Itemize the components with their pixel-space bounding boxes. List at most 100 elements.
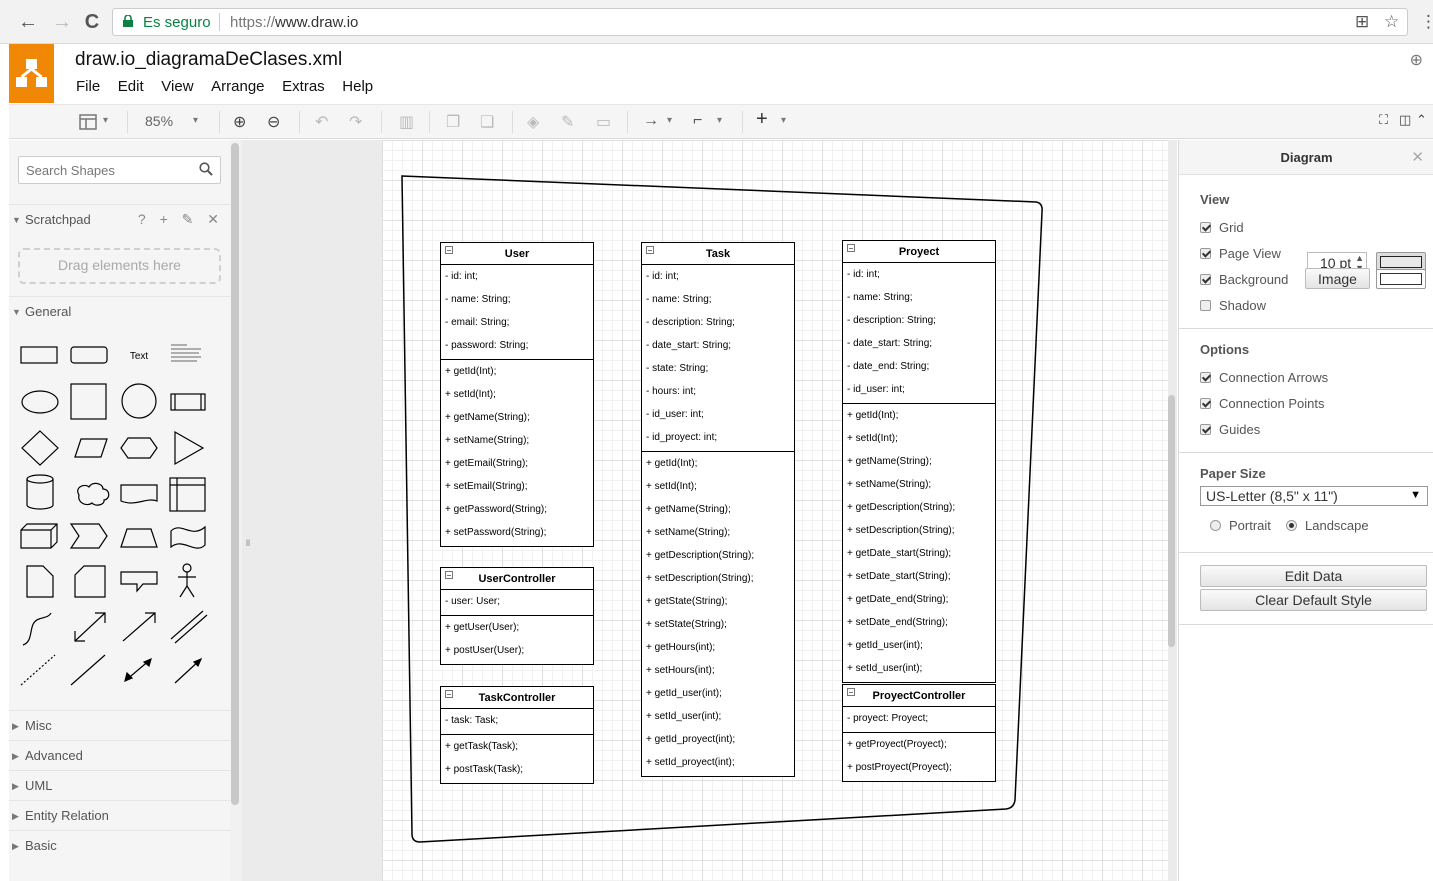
collapse-icon[interactable] <box>445 571 453 579</box>
checkbox-box[interactable] <box>1200 248 1211 259</box>
attr-row[interactable]: - name: String; <box>642 290 794 313</box>
attr-row[interactable]: - password: String; <box>441 336 593 359</box>
radio-circle[interactable] <box>1210 520 1221 531</box>
checkbox-box[interactable] <box>1200 222 1211 233</box>
method-row[interactable]: + getId(Int); <box>642 454 794 477</box>
method-row[interactable]: + getId_proyect(int); <box>642 730 794 753</box>
method-row[interactable]: + getName(String); <box>642 500 794 523</box>
method-row[interactable]: + getDescription(String); <box>642 546 794 569</box>
attr-row[interactable]: - date_end: String; <box>843 357 995 380</box>
method-row[interactable]: + setDate_start(String); <box>843 567 995 590</box>
method-row[interactable]: + getId(Int); <box>441 362 593 385</box>
checkbox-box[interactable] <box>1200 300 1211 311</box>
chevron-down-icon[interactable]: ▼ <box>1410 489 1421 501</box>
class-header[interactable]: Proyect <box>843 241 995 263</box>
class-header[interactable]: ProyectController <box>843 685 995 707</box>
attr-row[interactable]: - id: int; <box>843 265 995 288</box>
attr-row[interactable]: - name: String; <box>441 290 593 313</box>
method-row[interactable]: + getId_user(int); <box>843 636 995 659</box>
portrait-radio[interactable]: Portrait <box>1210 518 1271 533</box>
grid-checkbox[interactable]: Grid <box>1200 220 1244 235</box>
method-row[interactable]: + setEmail(String); <box>441 477 593 500</box>
attr-row[interactable]: - id_user: int; <box>843 380 995 403</box>
attr-row[interactable]: - description: String; <box>843 311 995 334</box>
shadow-checkbox[interactable]: Shadow <box>1200 298 1266 313</box>
landscape-radio[interactable]: Landscape <box>1286 518 1369 533</box>
attr-row[interactable]: - date_start: String; <box>843 334 995 357</box>
method-row[interactable]: + getHours(int); <box>642 638 794 661</box>
class-header[interactable]: TaskController <box>441 687 593 709</box>
method-row[interactable]: + getDate_start(String); <box>843 544 995 567</box>
method-row[interactable]: + getName(String); <box>441 408 593 431</box>
attr-row[interactable]: - id: int; <box>441 267 593 290</box>
method-row[interactable]: + setPassword(String); <box>441 523 593 546</box>
method-row[interactable]: + getId(Int); <box>843 406 995 429</box>
class-task[interactable]: Task - id: int; - name: String; - descript… <box>641 242 795 777</box>
class-header[interactable]: UserController <box>441 568 593 590</box>
radio-circle[interactable] <box>1286 520 1297 531</box>
method-row[interactable]: + getProyect(Proyect); <box>843 735 995 758</box>
attr-row[interactable]: - id_user: int; <box>642 405 794 428</box>
collapse-icon[interactable] <box>445 246 453 254</box>
checkbox-box[interactable] <box>1200 398 1211 409</box>
checkbox-box[interactable] <box>1200 372 1211 383</box>
class-user[interactable]: User - id: int; - name: String; - email: S… <box>440 242 594 547</box>
method-row[interactable]: + getName(String); <box>843 452 995 475</box>
class-header[interactable]: User <box>441 243 593 265</box>
class-proyect[interactable]: Proyect - id: int; - name: String; - descr… <box>842 240 996 683</box>
class-usercontroller[interactable]: UserController - user: User; + getUser(U… <box>440 567 594 665</box>
method-row[interactable]: + setId(Int); <box>642 477 794 500</box>
class-header[interactable]: Task <box>642 243 794 265</box>
method-row[interactable]: + getEmail(String); <box>441 454 593 477</box>
method-row[interactable]: + setHours(int); <box>642 661 794 684</box>
edit-data-button[interactable]: Edit Data <box>1200 565 1427 587</box>
tab-diagram[interactable]: Diagram ✕ <box>1179 140 1433 175</box>
method-row[interactable]: + setName(String); <box>843 475 995 498</box>
attr-row[interactable]: - date_start: String; <box>642 336 794 359</box>
method-row[interactable]: + getId_user(int); <box>642 684 794 707</box>
close-icon[interactable]: ✕ <box>1411 148 1424 166</box>
collapse-icon[interactable] <box>847 688 855 696</box>
guides-checkbox[interactable]: Guides <box>1200 422 1260 437</box>
background-color-swatch[interactable] <box>1376 269 1426 289</box>
method-row[interactable]: + setId_proyect(int); <box>642 753 794 776</box>
connection-arrows-checkbox[interactable]: Connection Arrows <box>1200 370 1328 385</box>
method-row[interactable]: + postProyect(Proyect); <box>843 758 995 781</box>
attr-row[interactable]: - name: String; <box>843 288 995 311</box>
checkbox-box[interactable] <box>1200 424 1211 435</box>
method-row[interactable]: + setId_user(int); <box>843 659 995 682</box>
method-row[interactable]: + postUser(User); <box>441 641 593 664</box>
method-row[interactable]: + getTask(Task); <box>441 737 593 760</box>
method-row[interactable]: + setDescription(String); <box>843 521 995 544</box>
connection-points-checkbox[interactable]: Connection Points <box>1200 396 1325 411</box>
attr-row[interactable]: - email: String; <box>441 313 593 336</box>
attr-row[interactable]: - id_proyect: int; <box>642 428 794 451</box>
method-row[interactable]: + setDate_end(String); <box>843 613 995 636</box>
attr-row[interactable]: - description: String; <box>642 313 794 336</box>
method-row[interactable]: + setId(Int); <box>843 429 995 452</box>
class-proyectcontroller[interactable]: ProyectController - proyect: Proyect; + … <box>842 684 996 782</box>
method-row[interactable]: + getDate_end(String); <box>843 590 995 613</box>
method-row[interactable]: + setId(Int); <box>441 385 593 408</box>
method-row[interactable]: + getPassword(String); <box>441 500 593 523</box>
attr-row[interactable]: - hours: int; <box>642 382 794 405</box>
method-row[interactable]: + setDescription(String); <box>642 569 794 592</box>
page-view-checkbox[interactable]: Page View <box>1200 246 1281 261</box>
clear-default-style-button[interactable]: Clear Default Style <box>1200 589 1427 611</box>
checkbox-box[interactable] <box>1200 274 1211 285</box>
class-taskcontroller[interactable]: TaskController - task: Task; + getTask(T… <box>440 686 594 784</box>
attr-row[interactable]: - user: User; <box>441 592 593 615</box>
method-row[interactable]: + postTask(Task); <box>441 760 593 783</box>
method-row[interactable]: + getUser(User); <box>441 618 593 641</box>
attr-row[interactable]: - task: Task; <box>441 711 593 734</box>
attr-row[interactable]: - state: String; <box>642 359 794 382</box>
method-row[interactable]: + getState(String); <box>642 592 794 615</box>
collapse-icon[interactable] <box>445 690 453 698</box>
method-row[interactable]: + setName(String); <box>642 523 794 546</box>
attr-row[interactable]: - id: int; <box>642 267 794 290</box>
method-row[interactable]: + getDescription(String); <box>843 498 995 521</box>
paper-size-select[interactable]: US-Letter (8,5" x 11") ▼ <box>1200 486 1428 506</box>
image-button[interactable]: Image <box>1305 268 1370 289</box>
method-row[interactable]: + setId_user(int); <box>642 707 794 730</box>
method-row[interactable]: + setState(String); <box>642 615 794 638</box>
